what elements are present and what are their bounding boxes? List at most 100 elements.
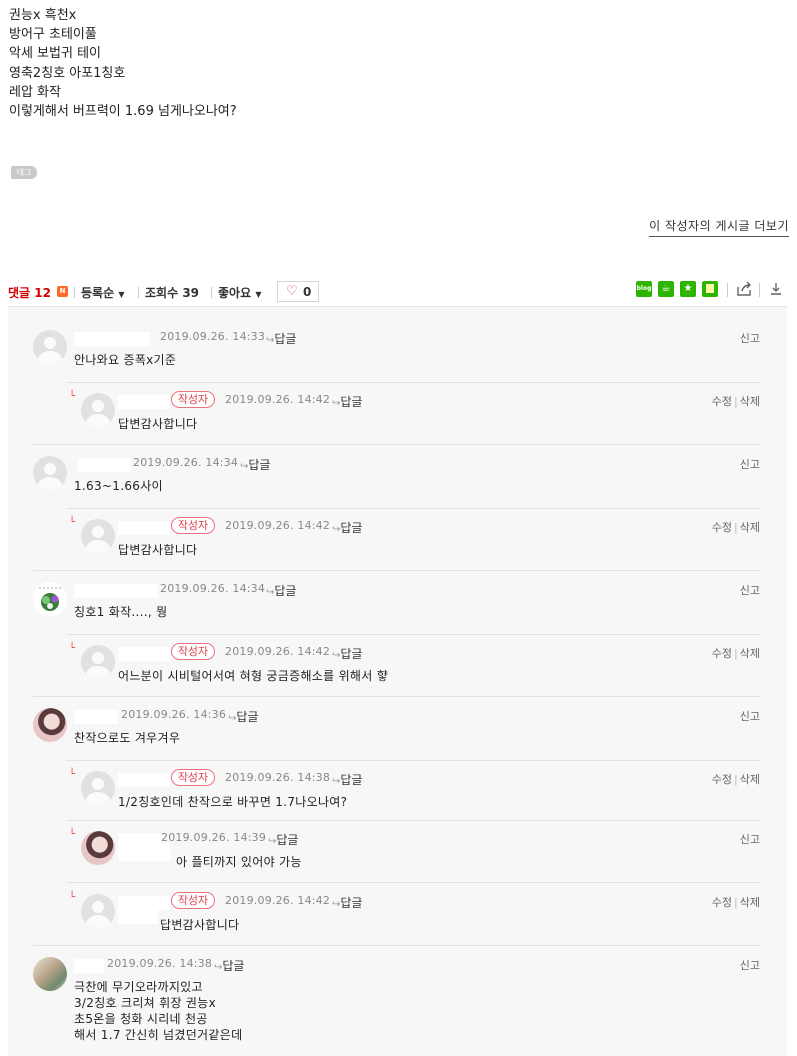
divider bbox=[33, 945, 760, 946]
nickname-redacted[interactable] bbox=[74, 332, 150, 346]
comment-item: └ 작성자 2019.09.26. 14:42 ↪답글 수정 | 삭제 답변감사합니… bbox=[66, 892, 760, 934]
edit-button[interactable]: 수정 bbox=[712, 647, 732, 660]
comment-time: 2019.09.26. 14:36 bbox=[121, 708, 227, 721]
nickname-redacted[interactable] bbox=[74, 710, 118, 724]
nickname-redacted[interactable] bbox=[118, 395, 170, 409]
author-badge: 작성자 bbox=[171, 643, 215, 660]
like-button[interactable]: ♡ 0 bbox=[277, 281, 319, 302]
delete-button[interactable]: 삭제 bbox=[740, 521, 760, 534]
nickname-redacted[interactable] bbox=[118, 773, 170, 787]
author-badge: 작성자 bbox=[171, 769, 215, 786]
report-button[interactable]: 신고 bbox=[740, 831, 760, 847]
reply-button[interactable]: ↪답글 bbox=[228, 708, 258, 725]
memo-icon[interactable] bbox=[702, 281, 718, 297]
comment-text: 1.63~1.66사이 bbox=[74, 479, 163, 493]
nickname-redacted[interactable] bbox=[118, 647, 170, 661]
comment-text: 아 플티까지 있어야 가능 bbox=[176, 855, 302, 869]
divider bbox=[66, 882, 760, 883]
avatar[interactable] bbox=[33, 456, 67, 490]
reply-button[interactable]: ↪답글 bbox=[332, 519, 362, 536]
comment-item: └ 작성자 2019.09.26. 14:42 ↪답글 수정 | 삭제 답변감사합니… bbox=[66, 391, 760, 433]
comment-time: 2019.09.26. 14:42 bbox=[225, 894, 331, 907]
reply-button[interactable]: ↪답글 bbox=[268, 831, 298, 848]
comment-time: 2019.09.26. 14:38 bbox=[225, 771, 331, 784]
comment-list: 2019.09.26. 14:33 ↪답글 신고 안나와요 증폭x기준 └ 작성… bbox=[8, 306, 787, 1056]
edit-button[interactable]: 수정 bbox=[712, 521, 732, 534]
heart-icon: ♡ bbox=[286, 284, 298, 299]
nickname-redacted[interactable] bbox=[118, 521, 170, 535]
report-button[interactable]: 신고 bbox=[740, 708, 760, 724]
caret-down-icon: ▼ bbox=[255, 290, 262, 299]
avatar[interactable] bbox=[33, 330, 67, 364]
comments-toggle[interactable]: 댓글 12 bbox=[8, 284, 51, 301]
cafe-icon[interactable]: ☕ bbox=[658, 281, 674, 297]
comment-time: 2019.09.26. 14:42 bbox=[225, 519, 331, 532]
comment-text-line: 3/2칭호 크리쳐 휘장 권능x bbox=[74, 996, 217, 1010]
avatar[interactable] bbox=[81, 831, 115, 865]
reply-button[interactable]: ↪답글 bbox=[332, 771, 362, 788]
post-line: 이렇게해서 버프력이 1.69 넘게나오나여? bbox=[9, 104, 237, 120]
download-icon[interactable] bbox=[768, 281, 784, 298]
reply-button[interactable]: ↪답글 bbox=[266, 330, 296, 347]
reply-indent-icon: └ bbox=[69, 517, 76, 528]
reply-button[interactable]: ↪답글 bbox=[214, 957, 244, 974]
comment-toolbar: 댓글 12 N 등록순 ▼ 조회수 39 좋아요 ▼ ♡ 0 blog ☕ ★ bbox=[8, 281, 789, 303]
reply-indent-icon: └ bbox=[69, 769, 76, 780]
post-line: 레압 화작 bbox=[9, 84, 61, 100]
comment-item: 2019.09.26. 14:33 ↪답글 신고 안나와요 증폭x기준 bbox=[33, 330, 760, 370]
reply-button[interactable]: ↪답글 bbox=[266, 582, 296, 599]
comment-item: 2019.09.26. 14:34 ↪답글 신고 칭호1 화작...., 뭥 bbox=[33, 582, 760, 622]
mention-redacted bbox=[118, 843, 170, 861]
edit-button[interactable]: 수정 bbox=[712, 395, 732, 408]
report-button[interactable]: 신고 bbox=[740, 957, 760, 973]
reply-button[interactable]: ↪답글 bbox=[332, 645, 362, 662]
avatar[interactable] bbox=[33, 957, 67, 991]
avatar[interactable] bbox=[81, 894, 115, 928]
like-dropdown[interactable]: 좋아요 ▼ bbox=[218, 284, 261, 301]
report-button[interactable]: 신고 bbox=[740, 330, 760, 346]
nickname-redacted[interactable] bbox=[74, 959, 104, 973]
edit-button[interactable]: 수정 bbox=[712, 773, 732, 786]
delete-button[interactable]: 삭제 bbox=[740, 896, 760, 909]
post-line: 방어구 초테이풀 bbox=[9, 27, 97, 43]
nickname-redacted[interactable] bbox=[74, 584, 158, 598]
avatar[interactable] bbox=[33, 582, 67, 616]
avatar[interactable] bbox=[81, 645, 115, 679]
reply-button[interactable]: ↪답글 bbox=[240, 456, 270, 473]
separator bbox=[759, 283, 760, 297]
avatar[interactable] bbox=[81, 519, 115, 553]
share-icon[interactable] bbox=[736, 281, 752, 298]
comment-text: 답변감사합니다 bbox=[160, 918, 240, 932]
report-button[interactable]: 신고 bbox=[740, 456, 760, 472]
author-badge: 작성자 bbox=[171, 892, 215, 909]
delete-button[interactable]: 삭제 bbox=[740, 395, 760, 408]
tag-chip[interactable]: 태그 bbox=[11, 166, 37, 179]
delete-button[interactable]: 삭제 bbox=[740, 647, 760, 660]
divider bbox=[33, 444, 760, 445]
divider bbox=[33, 570, 760, 571]
views-label: 조회수 bbox=[145, 286, 179, 300]
more-posts-link[interactable]: 이 작성자의 게시글 더보기 bbox=[649, 217, 789, 237]
avatar[interactable] bbox=[33, 708, 67, 742]
delete-button[interactable]: 삭제 bbox=[740, 773, 760, 786]
divider bbox=[66, 508, 760, 509]
edit-button[interactable]: 수정 bbox=[712, 896, 732, 909]
comment-text: 답변감사합니다 bbox=[118, 417, 198, 431]
comment-text: 1/2칭호인데 찬작으로 바꾸면 1.7나오나여? bbox=[118, 795, 348, 809]
nickname-redacted[interactable] bbox=[78, 458, 130, 472]
reply-button[interactable]: ↪답글 bbox=[332, 894, 362, 911]
edit-delete-actions: 수정 | 삭제 bbox=[711, 773, 760, 786]
blog-icon[interactable]: blog bbox=[636, 281, 652, 297]
sort-dropdown[interactable]: 등록순 ▼ bbox=[81, 284, 124, 301]
avatar[interactable] bbox=[81, 393, 115, 427]
post-line: 영축2칭호 아포1칭호 bbox=[9, 65, 126, 81]
avatar[interactable] bbox=[81, 771, 115, 805]
views-info: 조회수 39 bbox=[145, 284, 199, 301]
report-button[interactable]: 신고 bbox=[740, 582, 760, 598]
edit-delete-actions: 수정 | 삭제 bbox=[711, 521, 760, 534]
comments-count: 12 bbox=[34, 286, 51, 300]
reply-button[interactable]: ↪답글 bbox=[332, 393, 362, 410]
comment-text: 극찬에 무기오라까지있고 bbox=[74, 980, 203, 994]
post-body: 권능x 흑천x 방어구 초테이풀 악세 보법귀 테이 영축2칭호 아포1칭호 레… bbox=[9, 6, 609, 121]
bookmark-star-icon[interactable]: ★ bbox=[680, 281, 696, 297]
